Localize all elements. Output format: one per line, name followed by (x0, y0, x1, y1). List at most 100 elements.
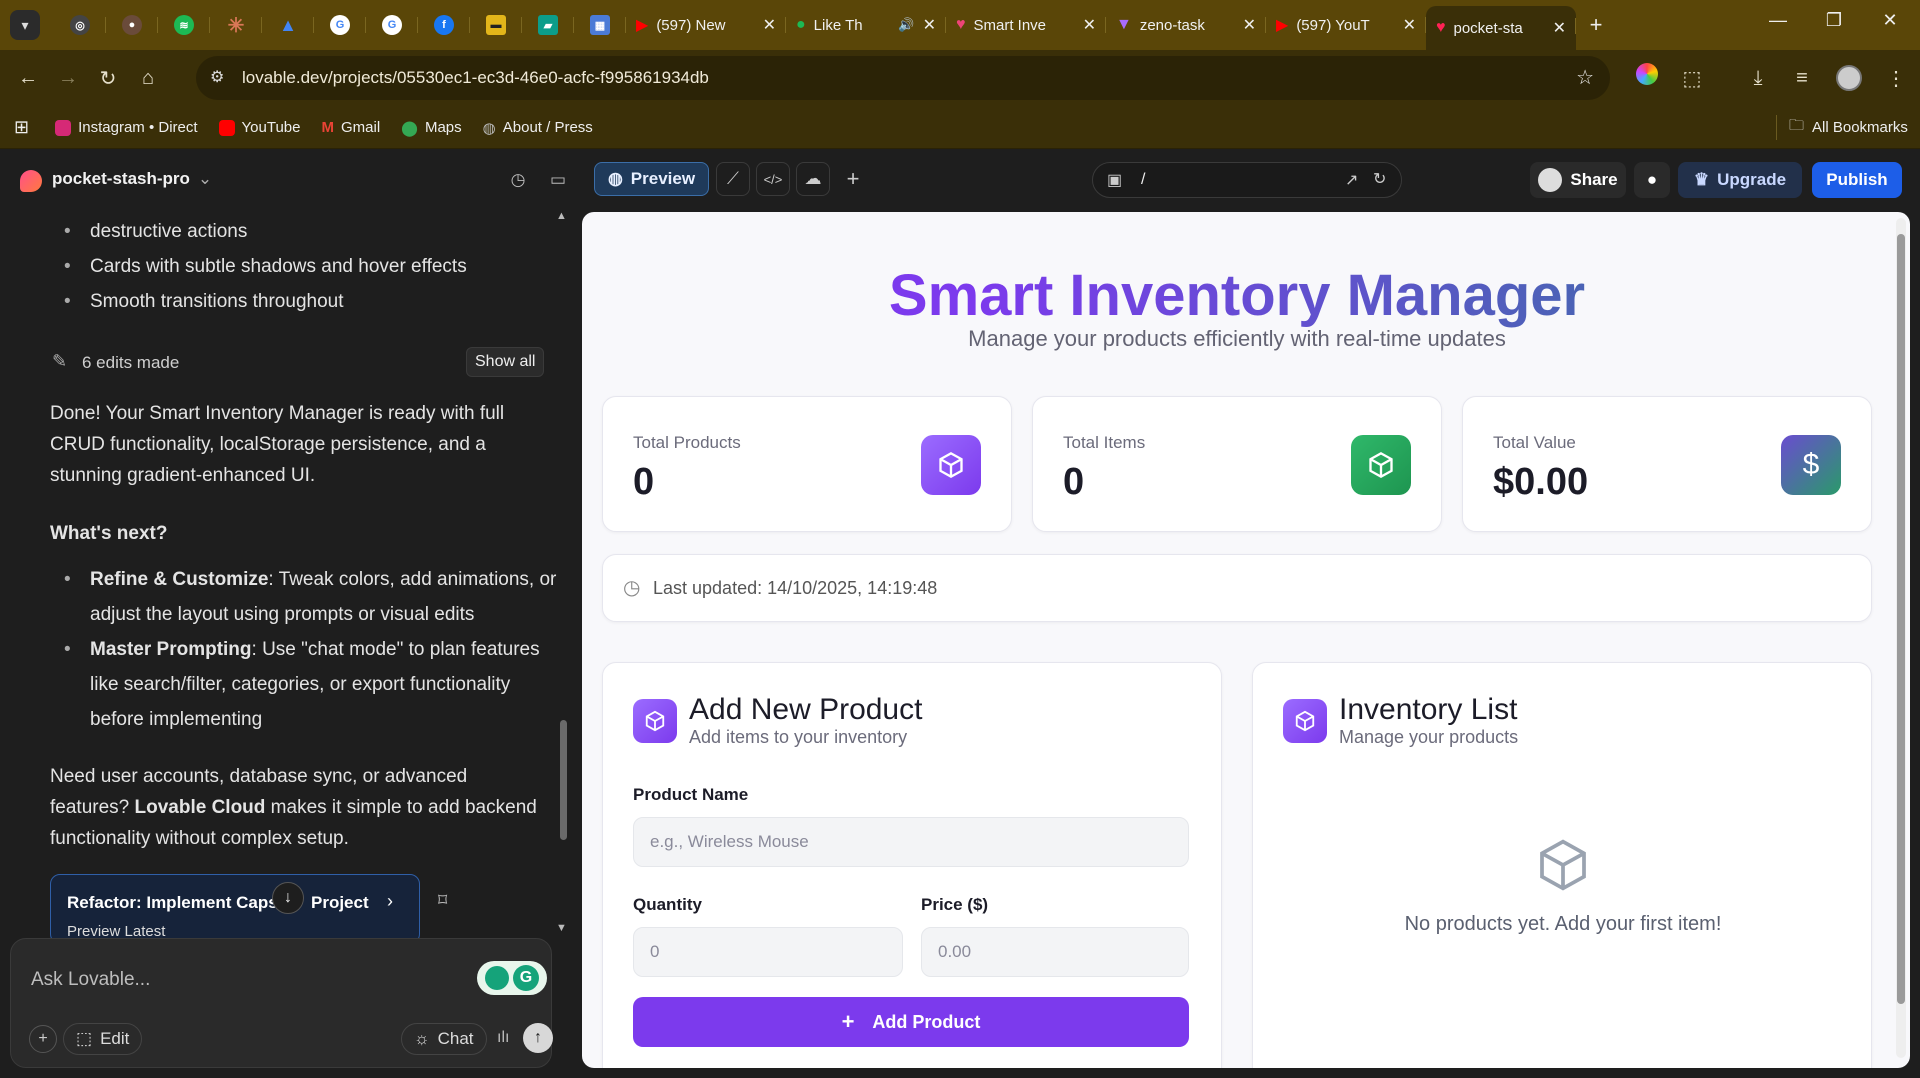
bookmark-instagram[interactable]: Instagram • Direct (55, 119, 198, 136)
close-icon[interactable]: ✕ (1553, 18, 1566, 38)
bookmark-about[interactable]: ◍ About / Press (483, 119, 593, 137)
reload-button[interactable]: ↻ (88, 59, 128, 99)
pinned-tab-spotify[interactable]: ≋ (158, 5, 210, 45)
home-button[interactable]: ⌂ (128, 59, 168, 99)
vite-icon: ▼ (1116, 16, 1132, 33)
tab-pocket-stash[interactable]: ♥ pocket-sta ✕ (1426, 6, 1576, 50)
grammarly-icon[interactable]: G (477, 961, 547, 995)
tab-title: zeno-task (1139, 16, 1205, 34)
close-window-button[interactable]: ✕ (1862, 0, 1918, 40)
download-icon[interactable]: ⤓ (1738, 58, 1778, 98)
stat-label: Total Items (1063, 433, 1146, 452)
tab-smart-inventory[interactable]: ♥ Smart Inve ✕ (946, 5, 1106, 45)
apps-icon[interactable]: ⊞ (14, 117, 29, 138)
close-icon[interactable]: ✕ (1243, 15, 1256, 35)
github-icon[interactable]: ● (1634, 162, 1670, 198)
pinned-tab-claude[interactable]: ✳ (210, 5, 262, 45)
extensions-icon[interactable]: ⬚ (1672, 58, 1712, 98)
product-name-input[interactable]: e.g., Wireless Mouse (633, 817, 1189, 867)
youtube-icon: ▶ (1276, 17, 1289, 34)
add-product-button[interactable]: + Add Product (633, 997, 1189, 1047)
chat-mode-button[interactable]: ☼ Chat (401, 1023, 487, 1055)
bookmark-maps[interactable]: ⬤ Maps (401, 119, 461, 137)
device-icon[interactable]: ▣ (1107, 170, 1122, 190)
code-icon[interactable]: </> (756, 162, 790, 196)
back-button[interactable]: ← (8, 59, 48, 99)
voice-icon[interactable]: ılı (497, 1029, 509, 1047)
bookmark-icon[interactable]: ⌑ (438, 890, 447, 911)
pinned-tab-profile[interactable]: ● (106, 5, 158, 45)
maps-icon: ⬤ (401, 119, 418, 137)
sidebar-toggle-icon[interactable]: ▭ (544, 166, 572, 194)
edit-button[interactable]: ⬚ Edit (63, 1023, 143, 1055)
share-button[interactable]: Share (1530, 162, 1626, 198)
history-icon[interactable]: ◷ (504, 166, 532, 194)
url-text: lovable.dev/projects/05530ec1-ec3d-46e0-… (242, 68, 709, 87)
tab-zeno-task[interactable]: ▼ zeno-task ✕ (1106, 5, 1266, 45)
pinned-tab-drive[interactable]: ▲ (262, 5, 314, 45)
address-bar[interactable]: ⚙ lovable.dev/projects/05530ec1-ec3d-46e… (196, 56, 1610, 100)
tab-spotify[interactable]: ● Like Th 🔊 ✕ (786, 5, 946, 45)
tab-search-button[interactable]: ▾ (10, 10, 40, 40)
page-subtitle: Manage your products efficiently with re… (968, 326, 1506, 351)
profile-avatar[interactable] (1836, 65, 1862, 91)
site-settings-icon[interactable]: ⚙ (210, 67, 224, 87)
publish-button[interactable]: Publish (1812, 162, 1902, 198)
analytics-icon[interactable]: ⟋ (716, 162, 750, 196)
visual-edit-icon: ⬚ (76, 1029, 93, 1048)
clock-icon: ◷ (623, 577, 641, 599)
forward-button[interactable]: → (48, 59, 88, 99)
chat-input-box[interactable]: Ask Lovable... G + ⬚ Edit ☼ Chat ılı ↑ (10, 938, 553, 1068)
extension-colorful-icon[interactable] (1636, 63, 1658, 85)
price-input[interactable]: 0.00 (921, 927, 1189, 977)
bookmark-gmail[interactable]: M Gmail (322, 119, 381, 136)
show-all-button[interactable]: Show all (466, 347, 545, 377)
restore-button[interactable]: ❐ (1806, 0, 1862, 40)
pinned-tab-app-2[interactable]: ▰ (522, 5, 574, 45)
preview-scrollbar[interactable] (1897, 234, 1905, 1004)
refresh-icon[interactable]: ↻ (1373, 169, 1386, 189)
close-icon[interactable]: ✕ (923, 15, 936, 35)
all-bookmarks[interactable]: 🗀 All Bookmarks (1776, 115, 1908, 140)
close-icon[interactable]: ✕ (1083, 15, 1096, 35)
pinned-tab-google[interactable]: G (314, 5, 366, 45)
scroll-down-icon[interactable]: ▼ (556, 922, 567, 934)
open-external-icon[interactable]: ↗ (1345, 170, 1358, 190)
chat-scrollbar[interactable] (560, 720, 567, 840)
pinned-tab-app-3[interactable]: ▦ (574, 5, 626, 45)
pinned-tab-app[interactable]: ▬ (470, 5, 522, 45)
add-icon[interactable]: + (836, 162, 870, 196)
pinned-tab-openai[interactable]: ◎ (54, 5, 106, 45)
cloud-icon[interactable]: ☁ (796, 162, 830, 196)
speaker-icon[interactable]: 🔊 (898, 17, 914, 33)
close-icon[interactable]: ✕ (763, 15, 776, 35)
commit-card[interactable]: Refactor: Implement Caps Project Preview… (50, 874, 420, 944)
minimize-button[interactable]: — (1750, 0, 1806, 40)
preview-button[interactable]: ◍ Preview (594, 162, 709, 196)
page-title: Smart Inventory Manager (582, 262, 1892, 329)
star-icon[interactable]: ☆ (1576, 65, 1594, 90)
globe-icon: ◍ (482, 119, 496, 137)
chat-input[interactable]: Ask Lovable... (31, 969, 150, 991)
plus-icon: + (38, 1030, 48, 1047)
bookmark-youtube[interactable]: YouTube (218, 119, 301, 136)
preview-address-bar[interactable]: ▣ / ↗ ↻ (1092, 162, 1402, 198)
media-control-icon[interactable]: ≡ (1782, 58, 1822, 98)
tab-youtube-1[interactable]: ▶ (597) New ✕ (626, 5, 786, 45)
upgrade-button[interactable]: ♛ Upgrade (1678, 162, 1802, 198)
close-icon[interactable]: ✕ (1403, 15, 1416, 35)
avatar (1538, 168, 1563, 192)
menu-icon[interactable]: ⋮ (1876, 58, 1916, 98)
project-switcher[interactable]: pocket-stash-pro ⌄ (52, 169, 212, 189)
tab-youtube-2[interactable]: ▶ (597) YouT ✕ (1266, 5, 1426, 45)
attach-button[interactable]: + (29, 1025, 57, 1053)
new-tab-button[interactable]: + (1576, 5, 1616, 45)
stat-value: 0 (1063, 461, 1085, 503)
pinned-tab-facebook[interactable]: f (418, 5, 470, 45)
quantity-input[interactable]: 0 (633, 927, 903, 977)
empty-state-text: No products yet. Add your first item! (1404, 913, 1722, 935)
scroll-down-button[interactable]: ↓ (272, 882, 304, 914)
send-button[interactable]: ↑ (523, 1023, 553, 1053)
scroll-up-icon[interactable]: ▲ (556, 210, 567, 222)
pinned-tab-google-2[interactable]: G (366, 5, 418, 45)
